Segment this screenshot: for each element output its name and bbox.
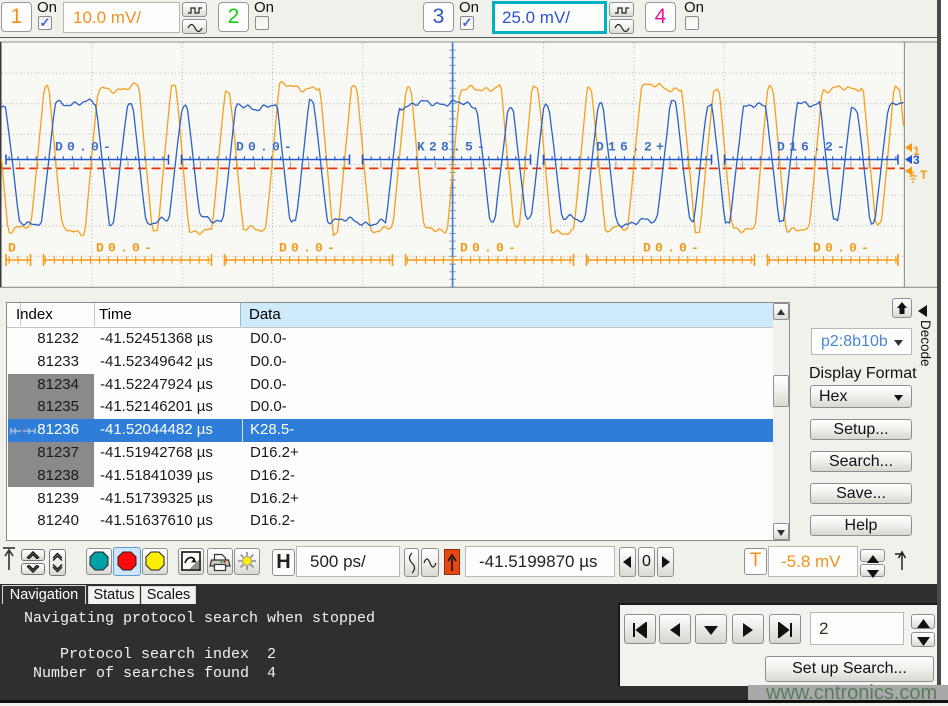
svg-text:D0.0-: D0.0- [96, 241, 156, 256]
svg-text:D0.0-: D0.0- [279, 241, 339, 256]
svg-text:T: T [920, 168, 928, 182]
svg-text:D0.0-: D0.0- [55, 140, 115, 155]
svg-text:D0.0-: D0.0- [643, 241, 703, 256]
svg-text:Decode: Decode [918, 320, 933, 367]
svg-text:D0.0-: D0.0- [460, 241, 520, 256]
svg-text:D16.2-: D16.2- [777, 140, 849, 155]
svg-text:D16.2+: D16.2+ [596, 140, 668, 155]
svg-text:3: 3 [913, 153, 920, 167]
svg-text:D0.0-: D0.0- [813, 241, 873, 256]
svg-text:D0.0-: D0.0- [236, 140, 296, 155]
svg-text:D: D [8, 241, 20, 256]
svg-text:K28.5-: K28.5- [417, 140, 489, 155]
